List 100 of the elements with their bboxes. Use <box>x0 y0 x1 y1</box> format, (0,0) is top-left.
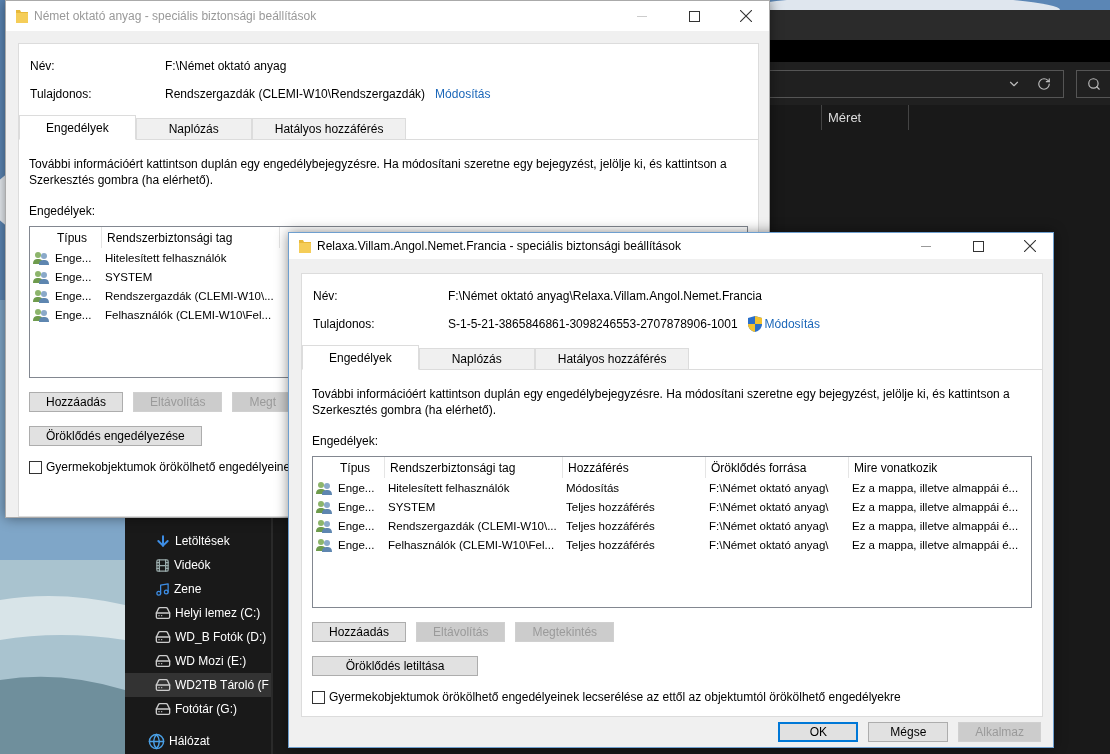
tab[interactable]: Engedélyek <box>302 345 419 370</box>
maximize-icon[interactable] <box>688 10 700 22</box>
info-text: További információért kattintson duplán egy engedélybejegyzésre. Ha módosítani szeretne egy bejegyzést, jelölje ki, és kattintson a Szerkesztés gombra (ha elérhető). <box>29 156 728 188</box>
folder-icon <box>16 9 28 23</box>
column-header[interactable]: Rendszerbiztonsági tag <box>385 457 563 478</box>
table-cell-text: Ez a mappa, illetve almappái é... <box>851 500 1020 513</box>
column-header[interactable]: Hozzáférés <box>563 457 706 478</box>
users-icon <box>316 518 333 533</box>
nav-item[interactable]: WD_B Fotók (D:) <box>125 625 271 649</box>
nav-item[interactable]: Fotótár (G:) <box>125 697 271 721</box>
field-value: F:\Német oktató anyag\Relaxa.Villam.Angol.Nemet.Francia <box>448 289 762 303</box>
nav-item[interactable]: Letöltések <box>125 529 271 553</box>
checkbox-label: Gyermekobjektumok örökölhető engedélyeinek lecserélése az ettől az objektumtól örökölhető engedélyekre <box>329 690 901 704</box>
table-cell-text: Teljes hozzáférés <box>565 519 656 532</box>
action-button[interactable]: Hozzáadás <box>29 392 124 412</box>
users-icon <box>33 250 50 265</box>
table-cell-text: Módosítás <box>565 481 621 494</box>
nav-item[interactable]: WD Mozi (E:) <box>125 649 271 673</box>
table-cell-text: Teljes hozzáférés <box>565 500 656 513</box>
table-cell-text: Hitelesített felhasználók <box>387 481 511 494</box>
users-icon <box>33 307 50 322</box>
table-cell-text: Enge... <box>54 289 93 302</box>
column-header[interactable]: Rendszerbiztonsági tag <box>102 227 280 248</box>
tab[interactable]: Naplózás <box>418 348 535 370</box>
tab[interactable]: Hatályos hozzáférés <box>534 348 690 370</box>
music-icon <box>155 581 170 597</box>
tab[interactable]: Hatályos hozzáférés <box>251 118 407 140</box>
download-icon <box>155 533 171 549</box>
inheritance-button[interactable]: Öröklődés letiltása <box>312 656 478 676</box>
field-label: Név: <box>313 288 339 305</box>
field-value: S-1-5-21-3865846861-3098246553-2707878906-1001 <box>448 317 738 331</box>
field-label: Tulajdonos: <box>313 316 376 333</box>
table-cell-text: SYSTEM <box>387 500 437 513</box>
nav-item[interactable]: Videók <box>125 553 271 577</box>
film-icon <box>155 557 170 573</box>
table-cell-text: F:\Német oktató anyag\ <box>708 500 830 513</box>
table-cell-text: Hitelesített felhasználók <box>104 251 228 264</box>
list-label: Engedélyek: <box>29 204 97 218</box>
close-icon[interactable] <box>740 10 752 22</box>
table-cell-text: Enge... <box>337 481 376 494</box>
tab[interactable]: Engedélyek <box>19 115 136 140</box>
table-cell-text: Enge... <box>54 251 93 264</box>
close-icon[interactable] <box>1024 240 1036 252</box>
table-cell-text: Ez a mappa, illetve almappái é... <box>851 519 1020 532</box>
inheritance-button[interactable]: Öröklődés engedélyezése <box>29 426 202 446</box>
column-header[interactable]: Mire vonatkozik <box>849 457 1031 478</box>
nav-item[interactable]: Hálózat <box>125 729 271 753</box>
drive-icon <box>155 653 171 669</box>
table-cell-text: F:\Német oktató anyag\ <box>708 538 830 551</box>
search-icon <box>1086 76 1101 91</box>
users-icon <box>316 480 333 495</box>
maximize-icon[interactable] <box>972 240 984 252</box>
table-cell-text: Ez a mappa, illetve almappái é... <box>851 538 1020 551</box>
table-cell-text: Teljes hozzáférés <box>565 538 656 551</box>
nav-item[interactable]: Zene <box>125 577 271 601</box>
list-label: Engedélyek: <box>312 434 380 448</box>
table-cell-text: Felhasználók (CLEMI-W10\Fel... <box>104 308 273 321</box>
minimize-icon[interactable] <box>921 245 931 247</box>
field-value: F:\Német oktató anyag <box>165 59 287 73</box>
dialog-button[interactable]: Mégse <box>868 722 949 742</box>
column-header[interactable]: Méret <box>821 105 909 130</box>
drive-icon <box>155 677 171 693</box>
table-cell-text: F:\Német oktató anyag\ <box>708 519 830 532</box>
drive-icon <box>155 605 171 621</box>
users-icon <box>33 288 50 303</box>
table-cell-text: Enge... <box>54 270 93 283</box>
checkbox-label: Gyermekobjektumok örökölhető engedélyeine <box>46 460 291 474</box>
nav-item[interactable]: WD2TB Tároló (F <box>125 673 271 697</box>
search-field[interactable] <box>1076 69 1110 98</box>
field-label: Tulajdonos: <box>30 86 93 103</box>
drive-icon <box>155 629 171 645</box>
column-header[interactable]: Öröklődés forrása <box>706 457 849 478</box>
folder-icon <box>299 239 311 253</box>
users-icon <box>33 269 50 284</box>
window-title: Relaxa.Villam.Angol.Nemet.Francia - speciális biztonsági beállítások <box>317 239 682 253</box>
change-link[interactable]: Módosítás <box>435 87 491 101</box>
table-cell-text: Rendszergazdák (CLEMI-W10\... <box>104 289 275 302</box>
window-title: Német oktató anyag - speciális biztonsági beállítások <box>34 9 318 23</box>
table-cell-text: Felhasználók (CLEMI-W10\Fel... <box>387 538 556 551</box>
action-button[interactable]: Hozzáadás <box>312 622 407 642</box>
users-icon <box>316 499 333 514</box>
table-cell-text: SYSTEM <box>104 270 154 283</box>
checkbox[interactable] <box>312 690 325 704</box>
checkbox[interactable] <box>29 460 42 474</box>
info-text: További információért kattintson duplán egy engedélybejegyzésre. Ha módosítani szeretne egy bejegyzést, jelölje ki, és kattintson a Szerkesztés gombra (ha elérhető). <box>312 386 1011 418</box>
table-cell-text: Rendszergazdák (CLEMI-W10\... <box>387 519 558 532</box>
column-header[interactable]: Típus <box>335 457 385 478</box>
field-label: Név: <box>30 58 56 75</box>
table-cell-text: Enge... <box>54 308 93 321</box>
drive-icon <box>155 701 171 717</box>
column-header[interactable]: Típus <box>52 227 102 248</box>
table-cell-text: Ez a mappa, illetve almappái é... <box>851 481 1020 494</box>
nav-item[interactable]: Helyi lemez (C:) <box>125 601 271 625</box>
change-link[interactable]: Módosítás <box>764 317 820 331</box>
table-cell-text: Enge... <box>337 538 376 551</box>
dialog-button[interactable]: OK <box>778 722 859 742</box>
users-icon <box>316 537 333 552</box>
table-cell-text: Enge... <box>337 519 376 532</box>
tab[interactable]: Naplózás <box>135 118 252 140</box>
refresh-icon[interactable] <box>1037 76 1051 91</box>
